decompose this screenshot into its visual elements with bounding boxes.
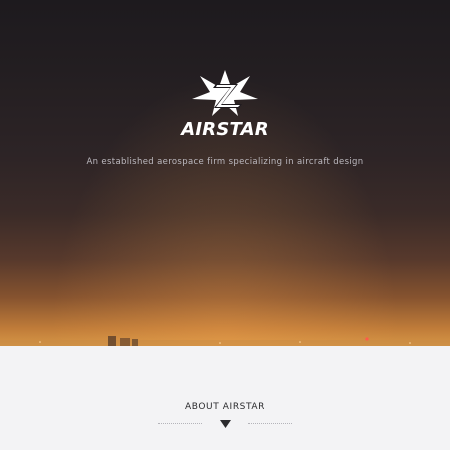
left-dotted-divider xyxy=(158,423,202,424)
horizon-glow xyxy=(0,0,450,346)
landing-page: AIRSTAR An established aerospace firm sp… xyxy=(0,0,450,450)
about-section: ABOUT AIRSTAR xyxy=(0,346,450,450)
city-lights-skyline xyxy=(0,336,450,346)
triangle-down-icon[interactable] xyxy=(220,420,231,428)
hero-tagline: An established aerospace firm specializi… xyxy=(86,157,364,167)
airstar-star-logo-icon[interactable] xyxy=(190,70,260,118)
right-dotted-divider xyxy=(248,423,292,424)
brand-name: AIRSTAR xyxy=(181,119,269,140)
hero-section: AIRSTAR An established aerospace firm sp… xyxy=(0,0,450,346)
about-heading: ABOUT AIRSTAR xyxy=(185,402,265,412)
